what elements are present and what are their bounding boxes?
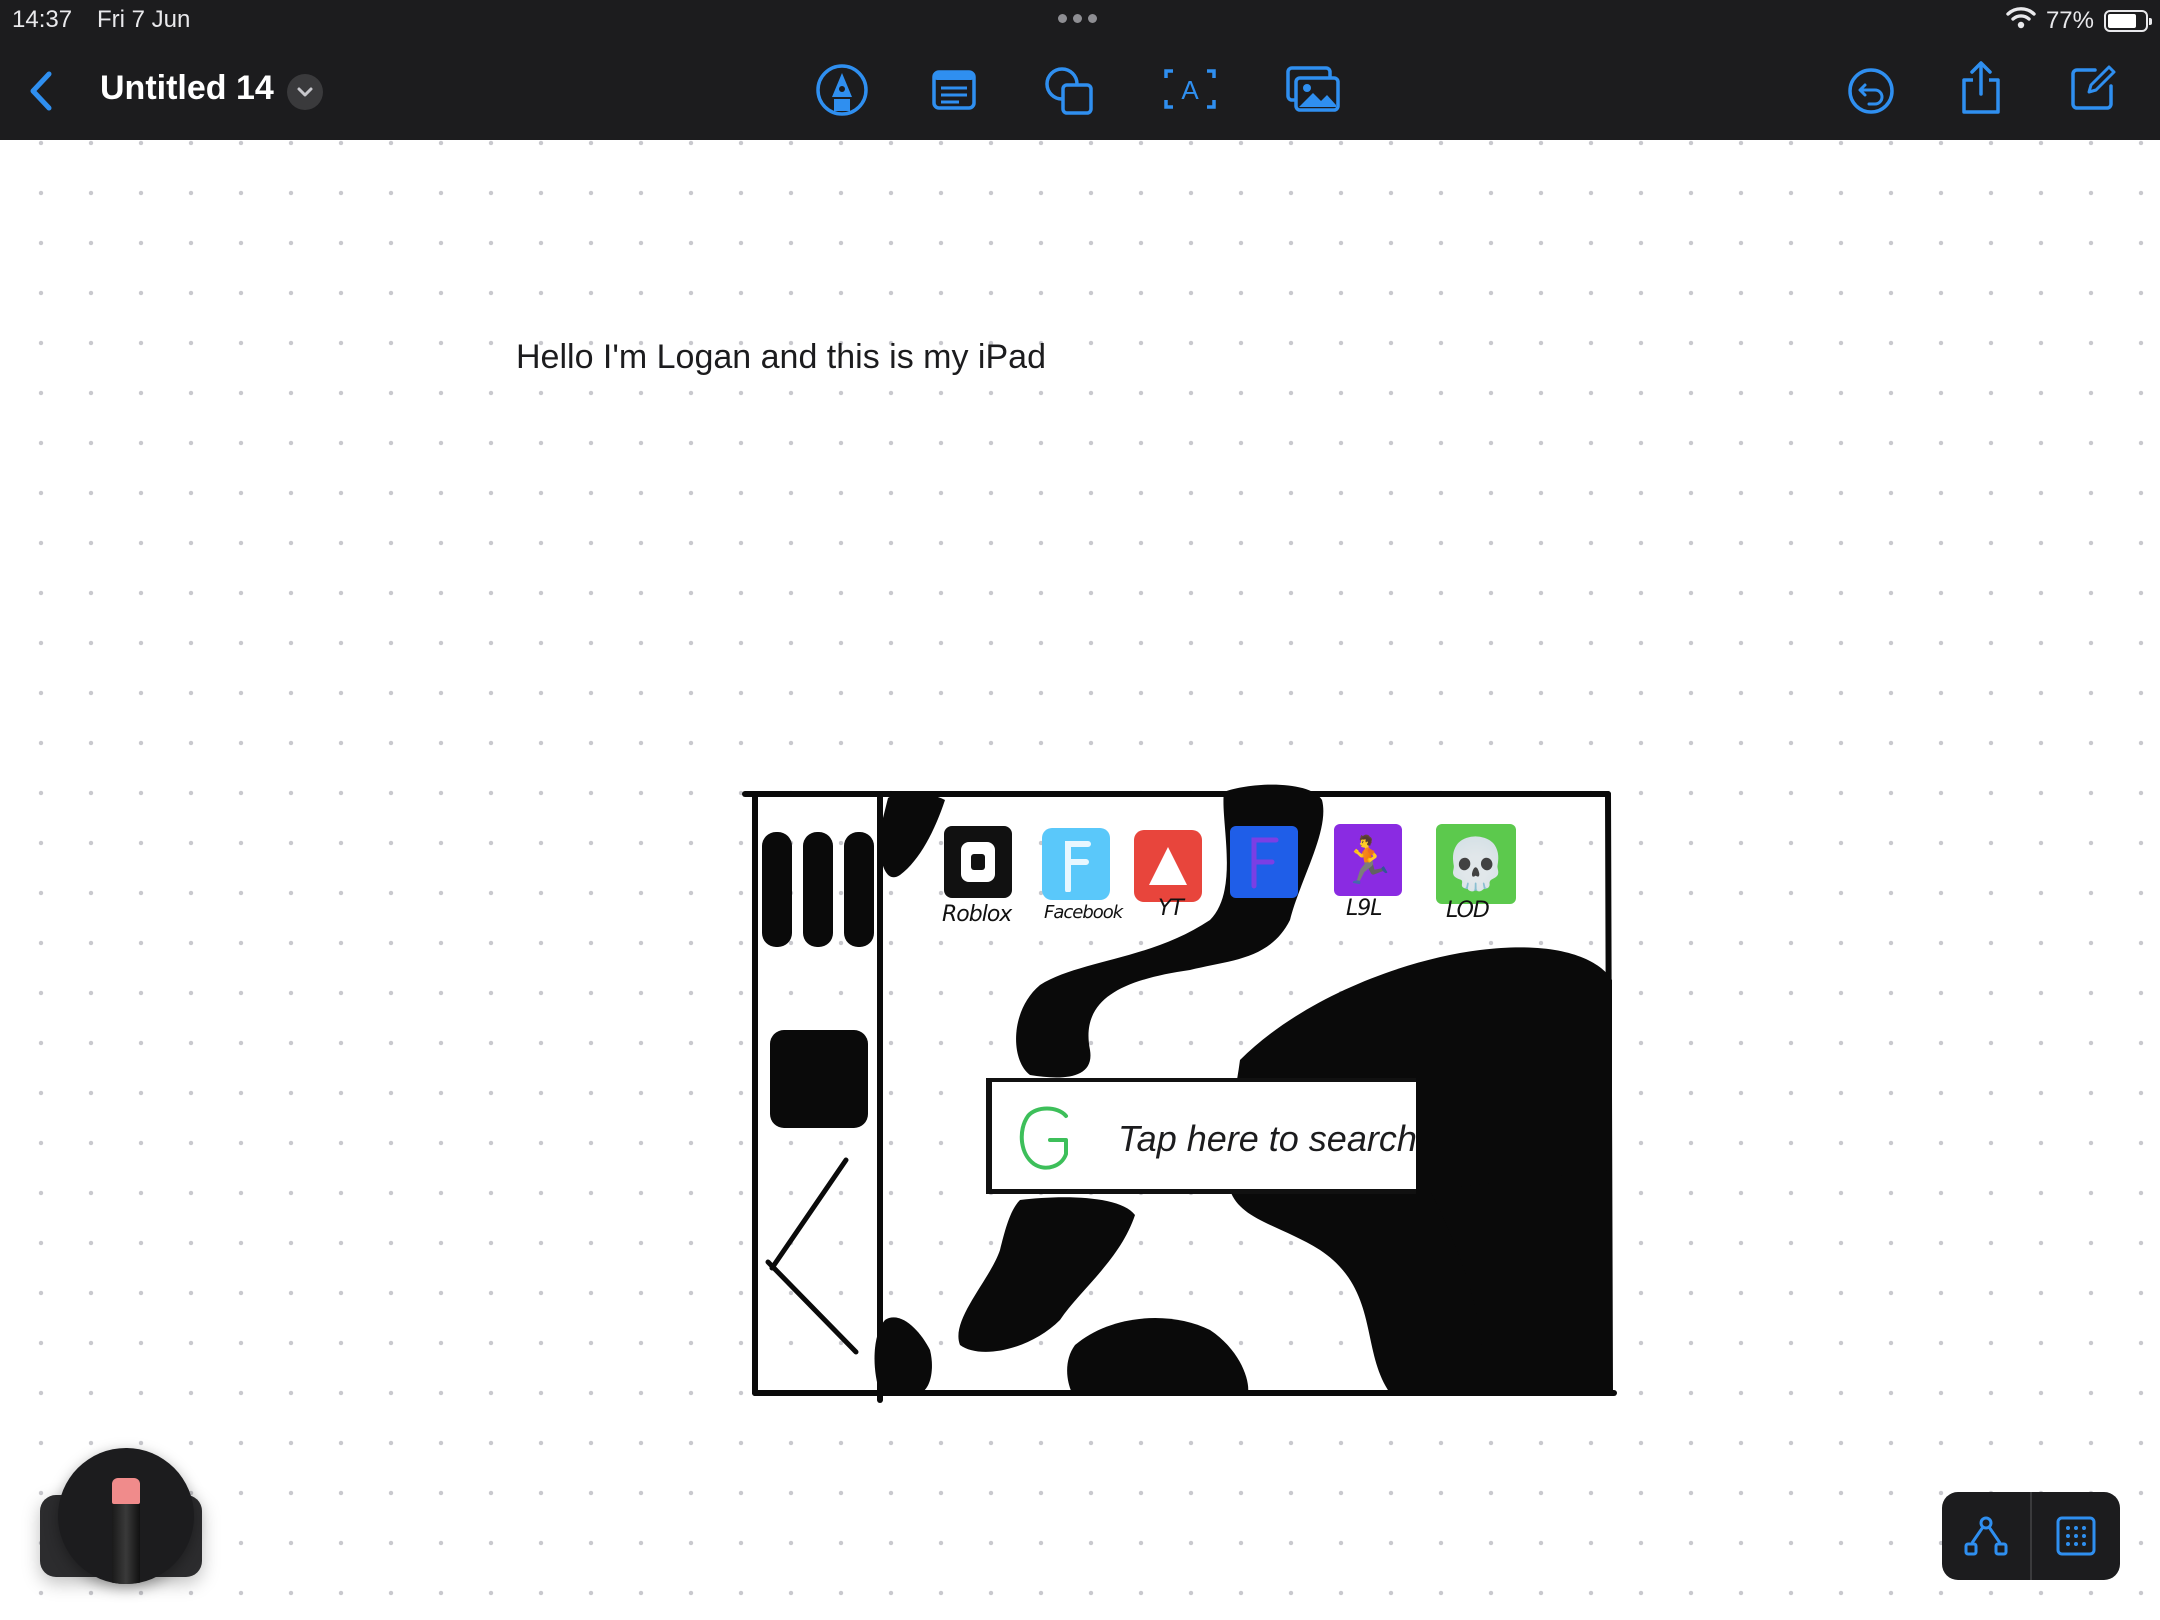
multitasking-dots-icon[interactable]	[1058, 14, 1097, 23]
sketch-app-l9l-icon[interactable]: 🏃	[1334, 824, 1402, 896]
wifi-icon	[2006, 5, 2036, 36]
sketch-search-box[interactable]: Tap here to search	[986, 1078, 1417, 1194]
google-g-icon	[1014, 1102, 1078, 1179]
status-date: Fri 7 Jun	[97, 6, 191, 33]
pen-tool-icon[interactable]	[815, 62, 869, 118]
search-placeholder: Tap here to search	[1118, 1118, 1417, 1159]
shapes-icon[interactable]	[1042, 64, 1096, 118]
battery-percent: 77%	[2045, 6, 2094, 34]
runner-icon: 🏃	[1339, 833, 1397, 886]
grid-icon[interactable]	[2032, 1492, 2120, 1580]
sketch-back-arrow	[765, 1157, 859, 1355]
sketch-app-lod-icon[interactable]: 💀	[1436, 824, 1516, 904]
svg-text:A: A	[1181, 75, 1199, 105]
pencil-tip	[112, 1478, 140, 1504]
sketch-app-roblox-icon[interactable]	[944, 826, 1012, 898]
sketch-app-blue-f-icon[interactable]	[1230, 826, 1298, 898]
ipad-sketch-drawing[interactable]	[740, 630, 1620, 1410]
sketch-app-facebook-icon[interactable]	[1042, 828, 1110, 900]
pencil-tool-icon[interactable]	[58, 1448, 194, 1584]
document-title[interactable]: Untitled 14	[100, 69, 274, 108]
text-insert-icon[interactable]: A	[1162, 66, 1218, 112]
status-indicators: 77%	[2006, 5, 2152, 36]
sketch-sidebar	[762, 832, 874, 1128]
board-text[interactable]: Hello I'm Logan and this is my iPad	[516, 338, 1046, 377]
chevron-down-icon[interactable]	[287, 74, 323, 110]
status-time: 14:37	[12, 6, 73, 33]
back-button[interactable]	[18, 66, 62, 116]
canvas-tools	[1942, 1492, 2120, 1580]
media-icon[interactable]	[1285, 64, 1341, 114]
status-bar: 14:37 Fri 7 Jun 77%	[0, 0, 2160, 40]
app-label-l9l: L9L	[1346, 896, 1383, 921]
skull-icon: 💀	[1444, 835, 1508, 892]
app-label-facebook: Facebook	[1044, 902, 1123, 923]
sketch-app-yt-icon[interactable]	[1134, 830, 1202, 902]
connector-icon[interactable]	[1942, 1492, 2030, 1580]
undo-icon[interactable]	[1846, 66, 1896, 116]
app-label-roblox: Roblox	[942, 902, 1012, 927]
app-label-yt: YT	[1158, 896, 1184, 921]
pencil-body	[112, 1492, 140, 1584]
share-icon[interactable]	[1958, 58, 2004, 118]
toolbar: Untitled 14 A	[0, 40, 2160, 140]
app-label-lod: LOD	[1446, 898, 1490, 923]
battery-icon	[2104, 9, 2152, 32]
compose-icon[interactable]	[2068, 62, 2118, 114]
text-box-icon[interactable]	[930, 66, 978, 114]
